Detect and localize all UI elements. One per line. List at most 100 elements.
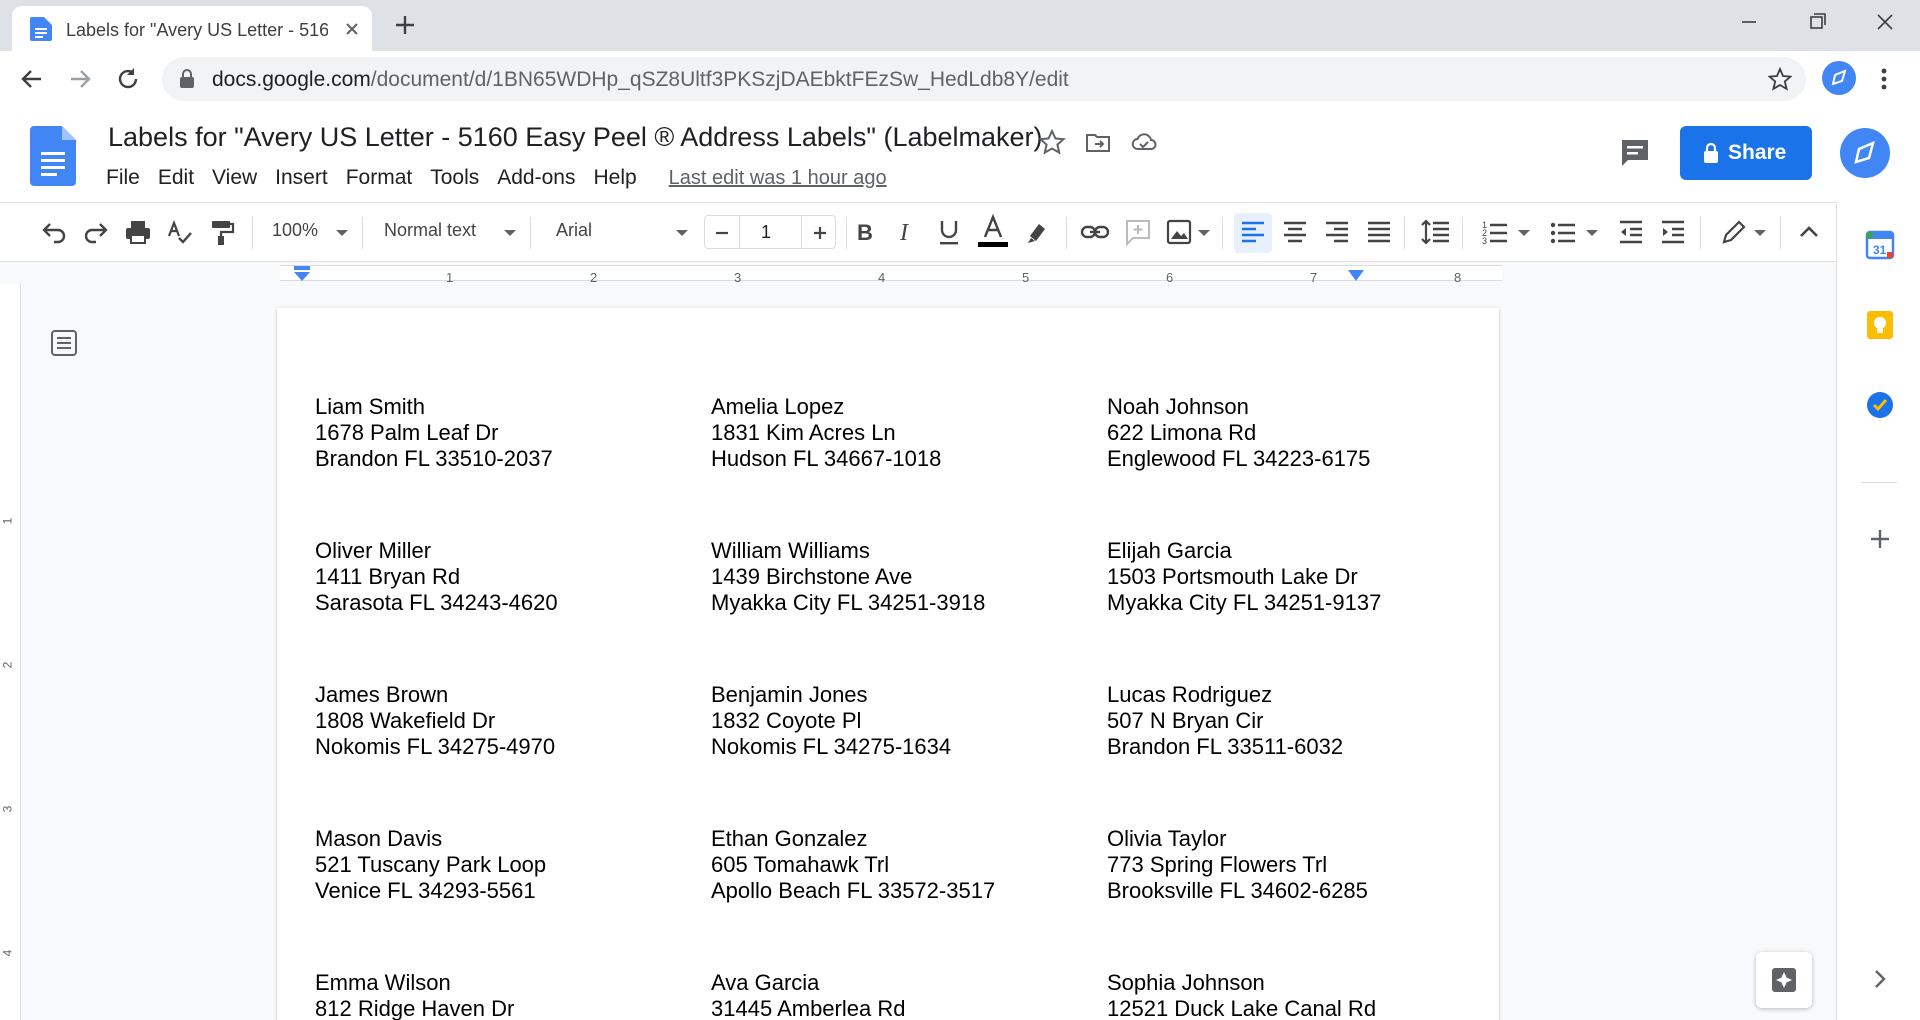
line-spacing-icon[interactable]	[1420, 217, 1450, 247]
paragraph-style-select[interactable]: Normal text	[384, 220, 476, 241]
increase-indent-icon[interactable]	[1660, 217, 1686, 247]
increase-font-size-icon[interactable]	[811, 224, 829, 242]
ruler-number: 1	[446, 270, 454, 285]
font-size-input[interactable]: 1	[761, 222, 771, 243]
menu-tools[interactable]: Tools	[430, 166, 479, 190]
more-vert-icon[interactable]	[1874, 65, 1894, 93]
underline-icon[interactable]	[936, 217, 962, 247]
star-icon[interactable]	[1038, 128, 1066, 156]
address-label[interactable]: Emma Wilson 812 Ridge Haven Dr	[315, 970, 514, 1020]
menu-insert[interactable]: Insert	[275, 166, 328, 190]
menu-view[interactable]: View	[212, 166, 257, 190]
document-outline-icon[interactable]	[49, 328, 79, 358]
restore-icon[interactable]	[1802, 10, 1832, 34]
align-left-icon[interactable]	[1240, 217, 1266, 247]
explore-button[interactable]	[1756, 952, 1812, 1008]
bookmark-star-icon[interactable]	[1768, 67, 1792, 91]
lock-icon[interactable]	[178, 69, 196, 89]
redo-icon[interactable]	[82, 217, 110, 247]
menu-file[interactable]: File	[106, 166, 140, 190]
comment-history-icon[interactable]	[1618, 136, 1652, 170]
address-label[interactable]: Ava Garcia 31445 Amberlea Rd	[711, 970, 905, 1020]
bulleted-list-icon[interactable]	[1550, 217, 1576, 247]
tasks-icon[interactable]	[1865, 390, 1895, 420]
numbered-list-icon[interactable]: 123	[1482, 217, 1508, 247]
address-label[interactable]: Ethan Gonzalez 605 Tomahawk Trl Apollo Bea…	[711, 826, 995, 904]
add-addon-plus-icon[interactable]	[1865, 524, 1895, 554]
account-avatar[interactable]	[1840, 128, 1890, 178]
numbered-list-caret-icon[interactable]	[1518, 230, 1530, 236]
menu-edit[interactable]: Edit	[158, 166, 194, 190]
highlight-color-icon[interactable]	[1024, 217, 1052, 247]
document-title[interactable]: Labels for "Avery US Letter - 5160 Easy …	[108, 122, 1043, 153]
font-select[interactable]: Arial	[556, 220, 592, 241]
address-label[interactable]: Liam Smith 1678 Palm Leaf Dr Brandon FL 33…	[315, 394, 553, 472]
insert-image-icon[interactable]	[1166, 217, 1192, 247]
menu-help[interactable]: Help	[593, 166, 636, 190]
address-label[interactable]: Sophia Johnson 12521 Duck Lake Canal Rd	[1107, 970, 1376, 1020]
print-icon[interactable]	[124, 217, 152, 247]
move-to-folder-icon[interactable]	[1084, 128, 1112, 156]
align-justify-icon[interactable]	[1366, 217, 1392, 247]
back-arrow-icon[interactable]	[18, 65, 46, 93]
minimize-icon[interactable]	[1734, 10, 1764, 34]
editing-mode-caret-icon[interactable]	[1754, 230, 1766, 236]
italic-icon[interactable]: I	[894, 217, 920, 247]
style-caret-icon[interactable]	[504, 230, 516, 236]
font-caret-icon[interactable]	[676, 230, 688, 236]
address-label[interactable]: William Williams 1439 Birchstone Ave Myakk…	[711, 538, 985, 616]
share-button[interactable]: Share	[1680, 126, 1812, 180]
address-label[interactable]: Lucas Rodriguez 507 N Bryan Cir Brandon FL…	[1107, 682, 1343, 760]
menu-addons[interactable]: Add-ons	[497, 166, 575, 190]
right-indent-marker-icon[interactable]	[1346, 270, 1366, 282]
text-color-icon[interactable]	[976, 213, 1010, 253]
address-label[interactable]: Mason Davis 521 Tuscany Park Loop Venice F…	[315, 826, 546, 904]
align-center-icon[interactable]	[1282, 217, 1308, 247]
label-street: 31445 Amberlea Rd	[711, 996, 906, 1020]
reload-icon[interactable]	[114, 65, 142, 93]
expand-panel-chevron-icon[interactable]	[1865, 964, 1895, 994]
label-name: Ethan Gonzalez	[711, 826, 868, 851]
last-edit-link[interactable]: Last edit was 1 hour ago	[669, 167, 887, 190]
hide-menus-chevron-up-icon[interactable]	[1796, 217, 1822, 247]
label-street: 521 Tuscany Park Loop	[315, 852, 547, 877]
forward-arrow-icon[interactable]	[66, 65, 94, 93]
document-page[interactable]: Liam Smith 1678 Palm Leaf Dr Brandon FL 33…	[277, 308, 1499, 1020]
zoom-caret-icon[interactable]	[336, 230, 348, 236]
add-comment-icon[interactable]	[1124, 217, 1152, 247]
browser-tab[interactable]: Labels for "Avery US Letter - 5160 Easy …	[12, 6, 372, 51]
close-tab-icon[interactable]	[342, 19, 362, 39]
editing-mode-pencil-icon[interactable]	[1720, 217, 1746, 247]
decrease-font-size-icon[interactable]	[713, 224, 731, 242]
address-label[interactable]: Noah Johnson 622 Limona Rd Englewood FL 34…	[1107, 394, 1370, 472]
address-label[interactable]: Elijah Garcia 1503 Portsmouth Lake Dr Myak…	[1107, 538, 1381, 616]
keep-notes-icon[interactable]	[1865, 310, 1895, 340]
toolbar-separator	[1222, 217, 1223, 249]
spellcheck-icon[interactable]	[166, 217, 194, 247]
address-label[interactable]: Amelia Lopez 1831 Kim Acres Ln Hudson FL 3…	[711, 394, 941, 472]
image-caret-icon[interactable]	[1198, 230, 1210, 236]
address-bar[interactable]: docs.google.com/document/d/1BN65WDHp_qSZ…	[162, 57, 1806, 101]
docs-logo-icon[interactable]	[30, 126, 76, 186]
zoom-select[interactable]: 100%	[272, 220, 318, 241]
decrease-indent-icon[interactable]	[1618, 217, 1644, 247]
undo-icon[interactable]	[40, 217, 68, 247]
profile-avatar[interactable]	[1822, 61, 1856, 95]
address-label[interactable]: Benjamin Jones 1832 Coyote Pl Nokomis FL 3…	[711, 682, 951, 760]
address-label[interactable]: Oliver Miller 1411 Bryan Rd Sarasota FL 34…	[315, 538, 558, 616]
address-label[interactable]: Olivia Taylor 773 Spring Flowers Trl Brook…	[1107, 826, 1368, 904]
menu-format[interactable]: Format	[346, 166, 413, 190]
calendar-icon[interactable]: 31	[1865, 230, 1895, 260]
insert-link-icon[interactable]	[1080, 217, 1110, 247]
left-indent-marker-icon[interactable]	[292, 266, 312, 282]
close-window-icon[interactable]	[1870, 10, 1900, 34]
label-city: Myakka City FL 34251-3918	[711, 590, 986, 615]
cloud-saved-icon[interactable]	[1130, 128, 1158, 156]
bulleted-list-caret-icon[interactable]	[1586, 230, 1598, 236]
browser-tab-strip: Labels for "Avery US Letter - 5160 Easy …	[0, 0, 1920, 51]
bold-icon[interactable]: B	[852, 217, 878, 247]
align-right-icon[interactable]	[1324, 217, 1350, 247]
address-label[interactable]: James Brown 1808 Wakefield Dr Nokomis FL 3…	[315, 682, 555, 760]
paint-format-icon[interactable]	[208, 217, 236, 247]
new-tab-icon[interactable]	[392, 12, 418, 38]
